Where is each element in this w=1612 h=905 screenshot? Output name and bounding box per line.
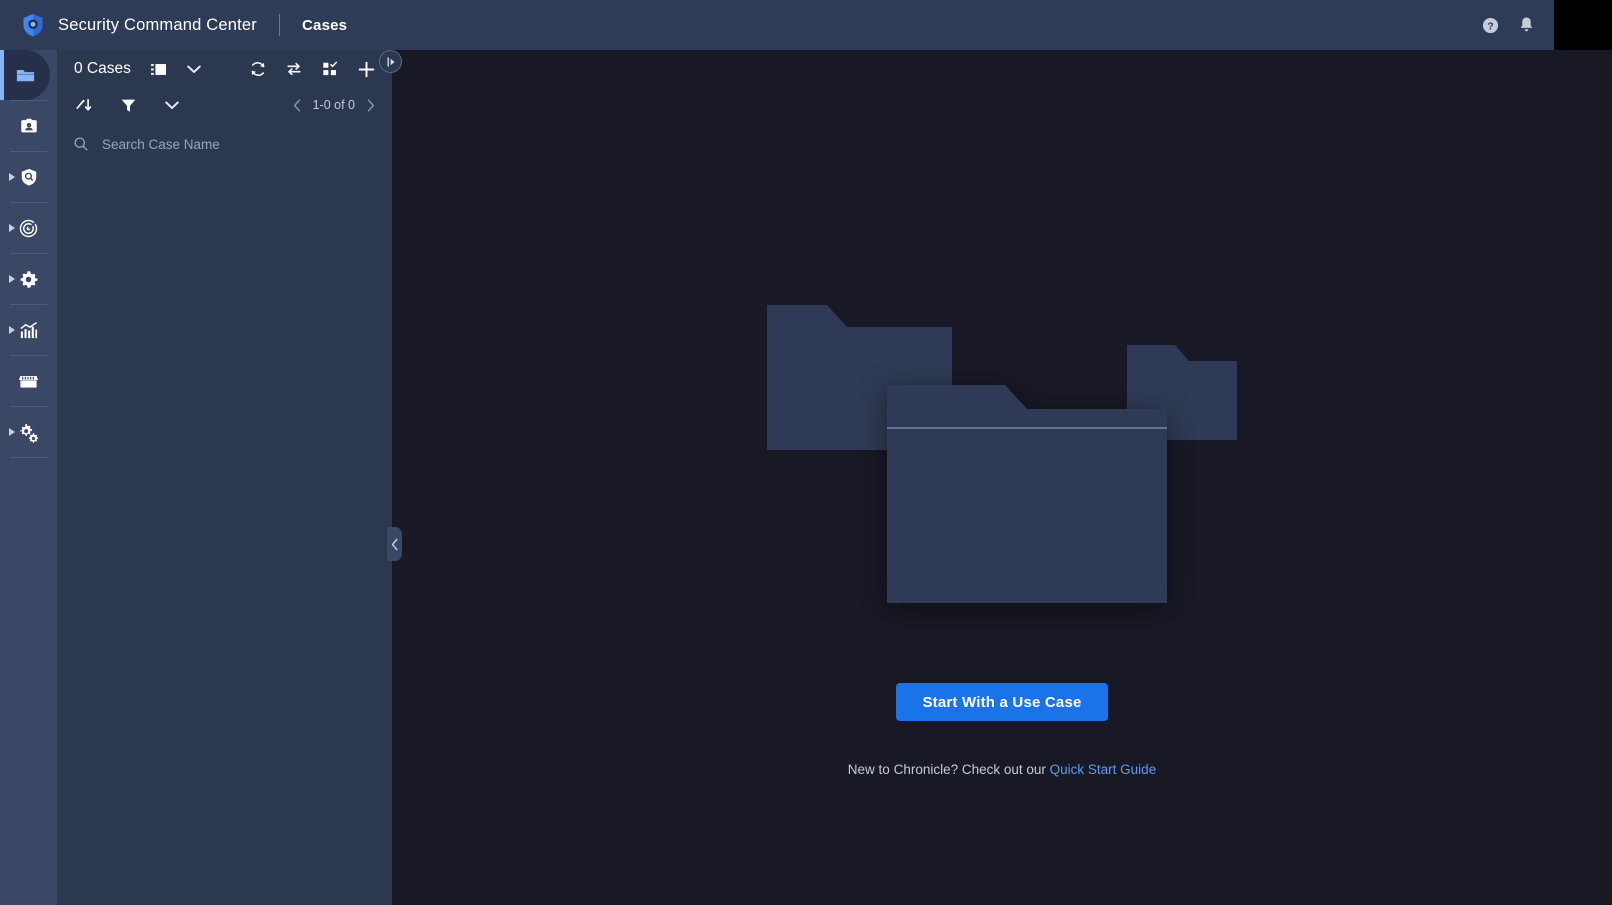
filter-funnel-icon[interactable] bbox=[114, 91, 142, 119]
chevron-left-icon bbox=[391, 538, 399, 551]
search-input[interactable] bbox=[102, 136, 378, 152]
cases-count-label: 0 Cases bbox=[74, 60, 131, 77]
pagination: 1-0 of 0 bbox=[288, 95, 380, 115]
sidebar-item-settings[interactable] bbox=[0, 254, 57, 304]
chevron-right-icon bbox=[9, 428, 15, 436]
helper-text: New to Chronicle? Check out our Quick St… bbox=[848, 762, 1156, 777]
panel-divider-handle[interactable] bbox=[387, 527, 402, 561]
chevron-right-icon bbox=[9, 275, 15, 283]
empty-folders-illustration bbox=[767, 305, 1237, 605]
pagination-label: 1-0 of 0 bbox=[312, 98, 355, 112]
sidebar-item-investigate[interactable] bbox=[0, 152, 57, 202]
chevron-right-icon bbox=[9, 224, 15, 232]
sidebar-item-cases[interactable] bbox=[0, 50, 50, 100]
cases-toolbar-secondary: 1-0 of 0 bbox=[57, 88, 392, 122]
search-icon bbox=[73, 136, 89, 152]
brand[interactable]: Security Command Center bbox=[0, 12, 257, 38]
avatar[interactable] bbox=[1554, 0, 1612, 50]
sidebar-item-detection[interactable] bbox=[0, 203, 57, 253]
helper-text-prefix: New to Chronicle? Check out our bbox=[847, 762, 1050, 777]
view-dropdown-chevron-down-icon[interactable] bbox=[180, 55, 208, 83]
svg-text:?: ? bbox=[1487, 21, 1493, 32]
main-empty-state: Start With a Use Case New to Chronicle? … bbox=[392, 50, 1612, 905]
folder-icon bbox=[14, 64, 36, 86]
gear-icon bbox=[18, 268, 40, 290]
cases-toolbar-primary: 0 Cases bbox=[57, 50, 392, 88]
prev-page-chevron-left-icon[interactable] bbox=[288, 95, 308, 115]
help-circle-icon[interactable]: ? bbox=[1472, 0, 1508, 50]
gears-settings-icon bbox=[18, 421, 40, 443]
sort-icon[interactable] bbox=[70, 91, 98, 119]
bell-icon[interactable] bbox=[1508, 0, 1544, 50]
search-row bbox=[57, 122, 392, 166]
grid-select-icon[interactable] bbox=[316, 55, 344, 83]
swap-arrows-icon[interactable] bbox=[280, 55, 308, 83]
filter-dropdown-chevron-down-icon[interactable] bbox=[158, 91, 186, 119]
storefront-icon bbox=[18, 370, 40, 392]
chevron-right-icon bbox=[9, 326, 15, 334]
chevron-right-icon bbox=[9, 173, 15, 181]
quick-start-guide-link[interactable]: Quick Start Guide bbox=[1050, 762, 1157, 777]
radar-target-icon bbox=[18, 217, 40, 239]
page-title: Cases bbox=[302, 16, 348, 34]
refresh-icon[interactable] bbox=[244, 55, 272, 83]
rail-divider bbox=[10, 457, 47, 458]
sidebar-item-marketplace[interactable] bbox=[0, 356, 57, 406]
folder-shape-front bbox=[887, 385, 1167, 603]
start-with-use-case-button[interactable]: Start With a Use Case bbox=[896, 683, 1108, 721]
shield-logo-icon bbox=[20, 12, 46, 38]
top-header: Security Command Center Cases ? bbox=[0, 0, 1612, 50]
panel-collapse-handle[interactable] bbox=[379, 50, 402, 73]
left-navigation-rail bbox=[0, 50, 57, 905]
bar-chart-icon bbox=[18, 319, 40, 341]
layout-view-icon[interactable] bbox=[145, 55, 173, 83]
id-badge-icon bbox=[18, 115, 40, 137]
shield-search-icon bbox=[18, 166, 40, 188]
header-actions: ? bbox=[1472, 0, 1612, 50]
add-case-plus-icon[interactable] bbox=[352, 55, 380, 83]
cases-panel: 0 Cases 1-0 of 0 Search Case Name bbox=[57, 50, 392, 905]
sidebar-item-soar-settings[interactable] bbox=[0, 407, 57, 457]
next-page-chevron-right-icon[interactable] bbox=[360, 95, 380, 115]
brand-title: Security Command Center bbox=[58, 15, 258, 34]
app-root: Security Command Center Cases ? 0 Cases … bbox=[0, 0, 1612, 905]
sidebar-item-my-cases[interactable] bbox=[0, 101, 57, 151]
sidebar-item-analytics[interactable] bbox=[0, 305, 57, 355]
panel-collapse-icon bbox=[385, 56, 397, 68]
header-divider bbox=[279, 14, 281, 36]
